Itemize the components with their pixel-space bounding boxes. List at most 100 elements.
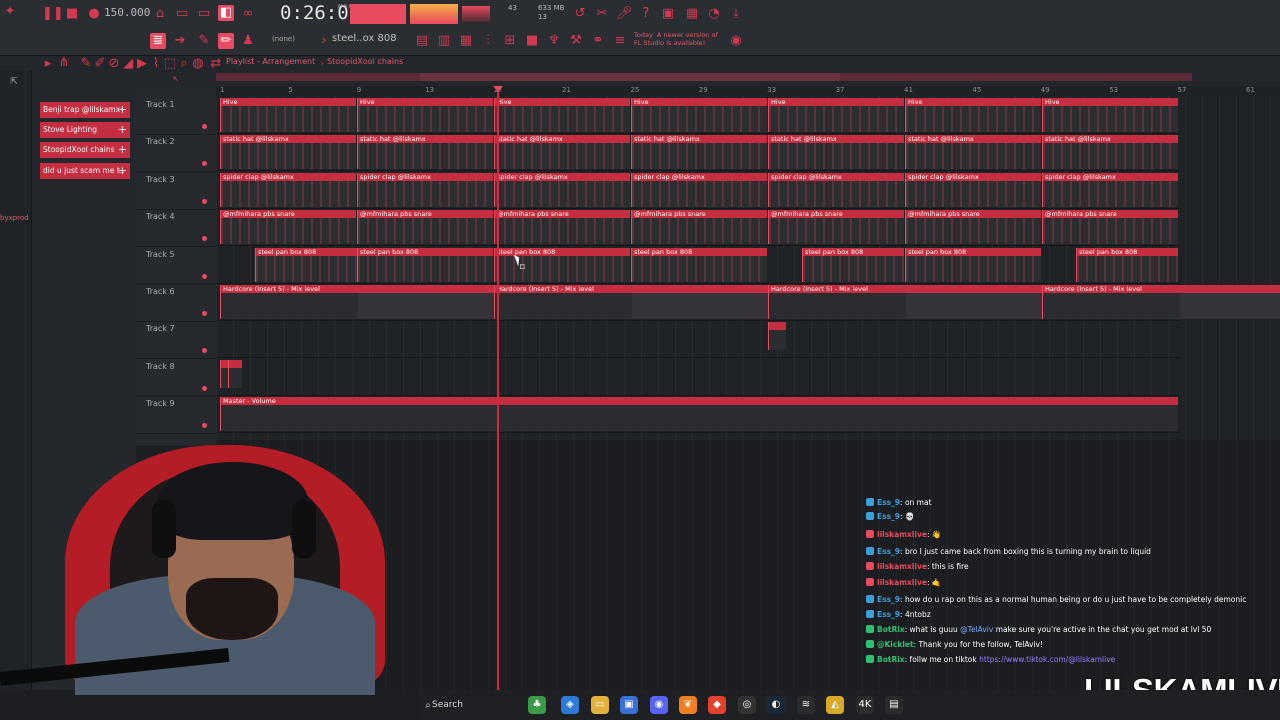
piano-roll-icon[interactable]: ▤ — [414, 33, 430, 49]
track-enable-led[interactable] — [202, 423, 207, 429]
mixer-icon[interactable]: ▦ — [684, 6, 700, 22]
app-icon[interactable]: ≋ — [797, 696, 815, 714]
track-enable-led[interactable] — [202, 348, 207, 354]
playlist-icon[interactable]: ≣ — [150, 33, 166, 49]
taskbar-search[interactable]: Search — [420, 694, 538, 716]
track-enable-led[interactable] — [202, 273, 207, 279]
pause-icon[interactable]: ❚❚ — [42, 6, 64, 22]
pattern-clip[interactable]: @mfmihara pbs snare — [905, 210, 1041, 245]
fl-logo-icon[interactable]: ✦ — [2, 4, 18, 20]
pattern-song-switch[interactable] — [350, 4, 406, 24]
pattern-clip[interactable]: spider clap @lilskamx — [494, 172, 630, 207]
mixer-view-icon[interactable]: ⫶ — [480, 33, 496, 49]
save-icon[interactable]: ▣ — [660, 6, 676, 22]
track-header[interactable]: Track 4 — [136, 210, 216, 248]
record-icon[interactable]: ● — [86, 6, 102, 22]
pattern-clip[interactable]: static hat @lilskamx — [1042, 135, 1178, 170]
pattern-clip[interactable]: static hat @lilskamx — [631, 135, 767, 170]
track-enable-led[interactable] — [202, 198, 207, 204]
pattern-clip[interactable]: spider clap @lilskamx — [220, 172, 356, 207]
pattern-clip[interactable]: @mfmihara pbs snare — [220, 210, 356, 245]
pattern-clip[interactable]: Hive — [494, 98, 630, 132]
folder-icon[interactable]: ▭ — [591, 696, 609, 714]
plugin-icon[interactable]: ⊞ — [502, 33, 518, 49]
pattern-selector[interactable]: steel..ox 808 — [332, 33, 402, 49]
pattern-clip[interactable]: steel pan box 808 — [802, 247, 904, 282]
undo-icon[interactable]: ↺ — [572, 6, 588, 22]
snap-select[interactable]: (none) — [272, 35, 295, 43]
track-header[interactable]: Track 8 — [136, 360, 216, 397]
pattern-clip[interactable]: static hat @lilskamx — [494, 135, 630, 170]
pattern-clip[interactable]: steel pan box 808 — [255, 247, 357, 282]
pattern-clip[interactable]: spider clap @lilskamx — [631, 172, 767, 207]
loop-record-icon[interactable]: ◧ — [218, 5, 234, 21]
pattern-clip[interactable]: steel pan box 808 — [905, 247, 1041, 282]
pattern-clip[interactable]: @mfmihara pbs snare — [357, 210, 493, 245]
pattern-clip[interactable]: steel pan box 808 — [631, 247, 767, 282]
small-clip[interactable] — [768, 322, 786, 351]
track-enable-led[interactable] — [202, 385, 207, 391]
timeline-ruler[interactable] — [216, 86, 1280, 96]
pattern-item[interactable]: Stove Lighting + — [40, 122, 130, 138]
discord-icon[interactable]: ◉ — [650, 696, 668, 714]
list-icon[interactable]: ≡ — [612, 33, 628, 49]
pattern-clip[interactable]: static hat @lilskamx — [905, 135, 1041, 170]
pattern-clip[interactable]: steel pan box 808 — [357, 247, 493, 282]
add-icon[interactable]: + — [118, 102, 127, 118]
chevron-right-icon[interactable]: › — [316, 33, 332, 49]
wait-icon[interactable]: ▭ — [174, 6, 190, 22]
pencil-icon[interactable]: ✎ — [196, 33, 212, 49]
master-volume-clip[interactable]: Master - Volume — [220, 397, 1178, 432]
tempo-display[interactable]: 150.000 — [104, 6, 150, 22]
pattern-clip[interactable]: Hive — [768, 98, 904, 132]
app4-icon[interactable]: ▤ — [885, 696, 903, 714]
pattern-clip[interactable]: Hive — [905, 98, 1041, 132]
arrow-right-icon[interactable]: ➜ — [172, 33, 188, 49]
fl-studio-icon[interactable]: ❦ — [679, 696, 697, 714]
channel-rack-icon[interactable]: ▦ — [458, 33, 474, 49]
browser-icon[interactable]: ▥ — [436, 33, 452, 49]
app2-icon[interactable]: ◭ — [826, 696, 844, 714]
automation-clip[interactable]: Hardcore (Insert 5) - Mix level — [494, 285, 768, 319]
track-header[interactable]: Track 7 — [136, 322, 216, 360]
automation-clip[interactable]: Hardcore (Insert 5) - Mix level — [768, 285, 1042, 319]
pattern-clip[interactable]: Hive — [1042, 98, 1178, 132]
mic-icon[interactable]: 🎤︎ — [616, 6, 633, 22]
steam-icon[interactable]: ◐ — [767, 696, 785, 714]
tools-icon[interactable]: ⚒ — [568, 33, 584, 49]
playlist-pattern[interactable]: StoopidXool chains — [327, 57, 403, 66]
brave-icon[interactable]: ◆ — [708, 696, 726, 714]
track-enable-led[interactable] — [202, 124, 207, 129]
record-panel-icon[interactable]: ■ — [524, 33, 540, 49]
track-header[interactable]: Track 6 — [136, 285, 216, 322]
pattern-clip[interactable]: static hat @lilskamx — [357, 135, 493, 170]
metronome-icon[interactable]: ⌂ — [152, 6, 168, 22]
pattern-item[interactable]: did u just scam me t.. + — [40, 163, 130, 179]
track-enable-led[interactable] — [202, 311, 207, 316]
add-icon[interactable]: + — [118, 122, 127, 138]
update-hint[interactable]: Today A newer version of FL Studio is av… — [634, 31, 718, 47]
pattern-clip[interactable]: Hive — [357, 98, 493, 132]
track-header[interactable]: Track 2 — [136, 135, 216, 173]
update-icon[interactable]: ◉ — [728, 33, 744, 49]
pattern-item[interactable]: Benji trap @lilskamx + — [40, 102, 130, 118]
add-icon[interactable]: + — [118, 142, 127, 158]
chat-icon[interactable]: ◔ — [706, 6, 722, 22]
track-header[interactable]: Track 5 — [136, 248, 216, 285]
app3-icon[interactable]: 4K — [856, 696, 874, 714]
pattern-clip[interactable]: Hive — [220, 98, 356, 132]
countdown-icon[interactable]: ▭ — [196, 6, 212, 22]
download-icon[interactable]: ⤓ — [728, 6, 744, 22]
add-icon[interactable]: + — [118, 163, 127, 179]
track-enable-led[interactable] — [202, 161, 207, 167]
stop-icon[interactable]: ■ — [64, 6, 80, 22]
pattern-clip[interactable]: @mfmihara pbs snare — [631, 210, 767, 245]
pattern-clip[interactable]: spider clap @lilskamx — [357, 172, 493, 207]
copilot-icon[interactable]: ◈ — [561, 696, 579, 714]
track-enable-led[interactable] — [202, 236, 207, 242]
browser-toggle-icon[interactable]: ⇱ — [6, 74, 22, 90]
mic-input-icon[interactable]: ♆ — [546, 33, 562, 49]
track-header[interactable]: Track 3 — [136, 173, 216, 210]
pattern-clip[interactable]: steel pan box 808 — [1076, 247, 1178, 282]
magnet-icon[interactable]: ⋔ — [56, 55, 72, 71]
